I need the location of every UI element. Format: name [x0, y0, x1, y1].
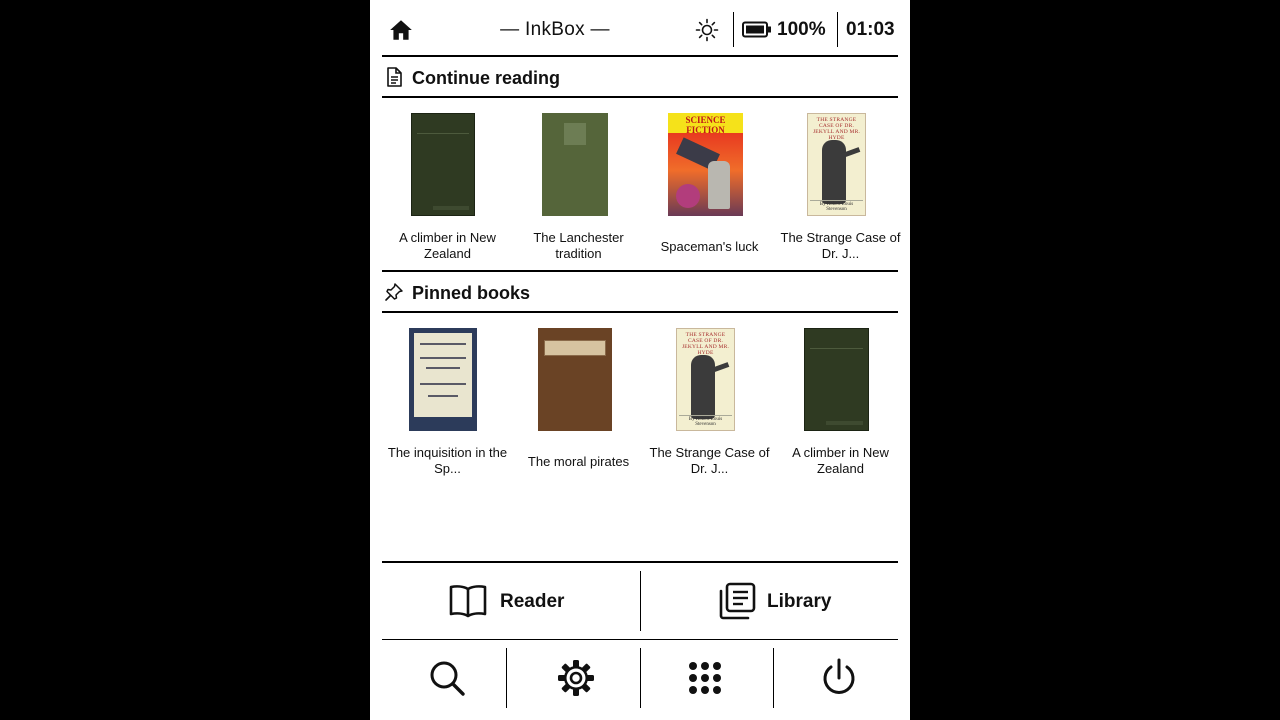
- book-title: The moral pirates: [527, 454, 630, 469]
- book-item[interactable]: THE STRANGE CASE OF DR. JEKYLL AND MR. H…: [644, 328, 775, 478]
- battery-icon: [742, 21, 771, 38]
- apps-button[interactable]: [640, 640, 769, 720]
- continue-reading-header: Continue reading: [382, 59, 898, 95]
- book-cover[interactable]: [409, 328, 477, 431]
- divider: [382, 96, 898, 98]
- reader-button[interactable]: Reader: [382, 562, 640, 640]
- status-bar: — InkBox — 100% 01:03: [370, 0, 910, 57]
- book-item[interactable]: THE STRANGE CASE OF DR. JEKYLL AND MR. H…: [775, 113, 906, 263]
- book-title: The Strange Case of Dr. J...: [780, 230, 901, 261]
- power-button[interactable]: [774, 640, 903, 720]
- book-title: The Strange Case of Dr. J...: [649, 445, 770, 476]
- document-icon: [387, 67, 402, 87]
- brightness-icon[interactable]: [695, 18, 719, 42]
- book-cover[interactable]: [542, 113, 608, 216]
- book-title: Spaceman's luck: [660, 239, 759, 254]
- book-title: A climber in New Zealand: [792, 445, 889, 476]
- section-title: Pinned books: [412, 283, 531, 303]
- book-item[interactable]: The moral pirates: [513, 328, 644, 478]
- book-title: The inquisition in the Sp...: [387, 445, 508, 476]
- clock-time: 01:03: [846, 19, 895, 40]
- book-cover[interactable]: [538, 328, 612, 431]
- library-label: Library: [767, 591, 832, 612]
- status-divider: [837, 12, 838, 47]
- library-button[interactable]: Library: [640, 562, 898, 640]
- toolbar-divider: [506, 648, 507, 708]
- book-item[interactable]: SCIENCE FICTION Spaceman's luck: [644, 113, 775, 263]
- pinned-books-shelf: The inquisition in the Sp... The moral pi…: [382, 328, 906, 478]
- book-item[interactable]: A climber in New Zealand: [382, 113, 513, 263]
- book-cover[interactable]: THE STRANGE CASE OF DR. JEKYLL AND MR. H…: [676, 328, 735, 431]
- bottom-toolbar: [382, 640, 898, 720]
- book-title: The Lanchester tradition: [533, 230, 624, 261]
- search-button[interactable]: [382, 640, 511, 720]
- pin-icon: [385, 283, 403, 301]
- pinned-books-header: Pinned books: [382, 274, 898, 310]
- continue-reading-shelf: A climber in New Zealand The Lanchester tr…: [382, 113, 906, 263]
- apps-grid-icon: [689, 662, 721, 694]
- settings-gear-icon: [558, 660, 594, 696]
- book-item[interactable]: The Lanchester tradition: [513, 113, 644, 263]
- open-book-icon: [449, 585, 487, 618]
- book-cover[interactable]: SCIENCE FICTION: [668, 113, 743, 216]
- section-title: Continue reading: [412, 68, 560, 88]
- book-title: A climber in New Zealand: [399, 230, 496, 261]
- book-cover[interactable]: [804, 328, 869, 431]
- reader-label: Reader: [500, 591, 565, 612]
- search-icon: [430, 661, 465, 696]
- battery-percent: 100%: [777, 19, 826, 40]
- divider: [382, 311, 898, 313]
- app-title: — InkBox —: [500, 19, 610, 40]
- book-cover[interactable]: THE STRANGE CASE OF DR. JEKYLL AND MR. H…: [807, 113, 866, 216]
- book-cover[interactable]: [411, 113, 475, 216]
- inkbox-home-screen: — InkBox — 100% 01:03 Continue reading A…: [370, 0, 910, 720]
- divider: [382, 55, 898, 57]
- main-nav: Reader Library: [382, 562, 898, 640]
- settings-button[interactable]: [511, 640, 640, 720]
- book-item[interactable]: A climber in New Zealand: [775, 328, 906, 478]
- book-item[interactable]: The inquisition in the Sp...: [382, 328, 513, 478]
- power-icon: [823, 658, 855, 694]
- library-icon: [719, 582, 756, 620]
- divider: [382, 270, 898, 272]
- status-divider: [733, 12, 734, 47]
